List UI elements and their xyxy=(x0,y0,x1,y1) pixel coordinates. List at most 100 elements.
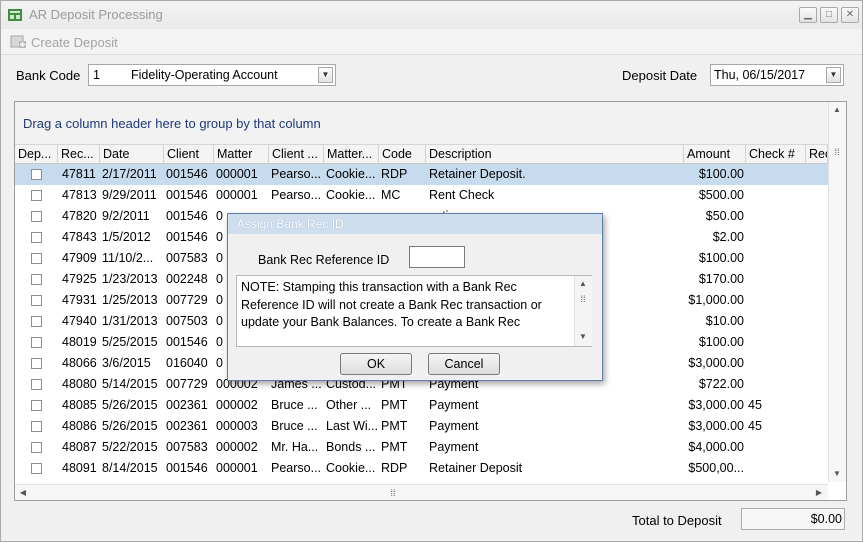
maximize-button[interactable]: □ xyxy=(820,7,838,23)
deposit-checkbox[interactable] xyxy=(31,190,42,201)
deposit-checkbox[interactable] xyxy=(31,442,42,453)
grip-icon: ⁞⁞ xyxy=(390,488,396,498)
bank-rec-reference-label: Bank Rec Reference ID xyxy=(258,253,390,267)
cell-amount: $50.00 xyxy=(705,209,744,223)
cell-client: 001546 xyxy=(166,230,208,244)
deposit-checkbox[interactable] xyxy=(31,400,42,411)
cell-code: MC xyxy=(381,188,401,202)
cell-amount: $3,000.00 xyxy=(688,398,744,412)
deposit-checkbox[interactable] xyxy=(31,211,42,222)
cell-client: 002248 xyxy=(166,272,208,286)
column-header-check[interactable]: Check # xyxy=(746,145,806,164)
deposit-checkbox[interactable] xyxy=(31,295,42,306)
cell-matter: 000001 xyxy=(216,167,258,181)
bank-account-name: Fidelity-Operating Account xyxy=(131,68,278,82)
cell-date: 9/29/2011 xyxy=(102,188,157,202)
scroll-right-icon[interactable]: ▶ xyxy=(811,485,827,501)
table-row[interactable]: 47813 9/29/2011 001546 000001 Pearso... Cooki… xyxy=(15,185,828,206)
column-header-deposit[interactable]: Dep... xyxy=(15,145,58,164)
scroll-left-icon[interactable]: ◀ xyxy=(15,485,31,501)
bank-code-select[interactable]: 1 Fidelity-Operating Account ▼ xyxy=(88,64,336,86)
cell-matter-name: Other ... xyxy=(326,398,372,412)
deposit-checkbox[interactable] xyxy=(31,169,42,180)
scroll-down-icon[interactable]: ▼ xyxy=(575,329,591,345)
scroll-down-icon[interactable]: ▼ xyxy=(829,466,845,482)
cell-amount: $100.00 xyxy=(698,251,744,265)
cell-matter-name: Last Wi... xyxy=(326,419,379,433)
chevron-down-icon[interactable]: ▼ xyxy=(826,67,841,83)
chevron-down-icon[interactable]: ▼ xyxy=(318,67,333,83)
minimize-button[interactable]: ▁ xyxy=(799,7,817,23)
cell-description: Retainer Deposit. xyxy=(429,167,526,181)
bank-rec-reference-input[interactable] xyxy=(409,246,465,268)
column-header-amount[interactable]: Amount xyxy=(684,145,746,164)
cell-client: 007729 xyxy=(166,377,208,391)
column-header-rec[interactable]: Rec xyxy=(806,145,828,164)
cell-rec: 47811 xyxy=(62,167,96,181)
deposit-checkbox[interactable] xyxy=(31,253,42,264)
cell-client-name: Bruce ... xyxy=(271,398,318,412)
cell-check: 45 xyxy=(748,419,762,433)
cell-date: 1/25/2013 xyxy=(102,293,158,307)
cell-date: 11/10/2... xyxy=(102,251,154,265)
app-icon xyxy=(8,9,22,21)
group-by-panel[interactable]: Drag a column header here to group by th… xyxy=(15,102,828,144)
create-deposit-button[interactable]: Create Deposit xyxy=(5,30,123,53)
cell-code: PMT xyxy=(381,440,408,454)
cancel-button[interactable]: Cancel xyxy=(428,353,500,375)
deposit-checkbox[interactable] xyxy=(31,463,42,474)
table-row[interactable]: 48091 8/14/2015 001546 000001 Pearso... Cooki… xyxy=(15,458,828,479)
bank-code-label: Bank Code xyxy=(16,68,81,83)
note-line: Reference ID will not create a Bank Rec … xyxy=(241,297,542,312)
column-header-date[interactable]: Date xyxy=(100,145,164,164)
cell-check xyxy=(748,290,806,311)
note-scrollbar[interactable]: ▲ ⁞⁞ ▼ xyxy=(574,276,592,346)
vertical-scrollbar[interactable]: ▲ ⁞⁞ ▼ xyxy=(828,102,846,482)
cell-amount: $2.00 xyxy=(712,230,744,244)
window-title: AR Deposit Processing xyxy=(29,7,163,22)
column-header-receipt[interactable]: Rec... xyxy=(58,145,100,164)
note-line: NOTE: Stamping this transaction with a B… xyxy=(241,280,517,294)
cell-description: Retainer Deposit xyxy=(429,461,523,475)
deposit-checkbox[interactable] xyxy=(31,337,42,348)
deposit-checkbox[interactable] xyxy=(31,232,42,243)
deposit-checkbox[interactable] xyxy=(31,358,42,369)
cell-check xyxy=(748,311,806,332)
deposit-checkbox[interactable] xyxy=(31,316,42,327)
cell-matter-name: Cookie... xyxy=(326,167,376,181)
column-header-client[interactable]: Client xyxy=(164,145,214,164)
deposit-checkbox[interactable] xyxy=(31,274,42,285)
horizontal-scrollbar[interactable]: ◀ ⁞⁞ ▶ xyxy=(15,484,828,500)
maximize-icon: □ xyxy=(825,9,833,20)
table-row[interactable]: 48086 5/26/2015 002361 000003 Bruce ... Last … xyxy=(15,416,828,437)
cell-code: PMT xyxy=(381,398,408,412)
cell-date: 5/14/2015 xyxy=(102,377,158,391)
table-row[interactable]: 47811 2/17/2011 001546 000001 Pearso... Cooki… xyxy=(15,164,828,185)
table-row[interactable]: 48087 5/22/2015 007583 000002 Mr. Ha... Bonds… xyxy=(15,437,828,458)
cell-description: Rent Check xyxy=(429,188,495,202)
column-header-description[interactable]: Description xyxy=(426,145,684,164)
cell-check xyxy=(748,437,806,458)
table-row[interactable]: 48085 5/26/2015 002361 000002 Bruce ... Other… xyxy=(15,395,828,416)
column-header-client-name[interactable]: Client ... xyxy=(269,145,324,164)
deposit-checkbox[interactable] xyxy=(31,421,42,432)
column-header-matter[interactable]: Matter xyxy=(214,145,269,164)
cell-client: 007503 xyxy=(166,314,208,328)
close-button[interactable]: ✕ xyxy=(841,7,859,23)
cell-client: 007583 xyxy=(166,251,208,265)
scroll-up-icon[interactable]: ▲ xyxy=(575,276,591,292)
cell-rec: 48085 xyxy=(62,398,97,412)
ok-button[interactable]: OK xyxy=(340,353,412,375)
cell-check xyxy=(748,374,806,395)
cell-date: 8/14/2015 xyxy=(102,461,158,475)
cell-amount: $500,00... xyxy=(688,461,744,475)
dialog-title-bar: Assign Bank Rec ID xyxy=(228,214,602,234)
deposit-checkbox[interactable] xyxy=(31,379,42,390)
cell-rec: 47940 xyxy=(62,314,97,328)
column-header-code[interactable]: Code xyxy=(379,145,426,164)
scroll-up-icon[interactable]: ▲ xyxy=(829,102,845,118)
cell-date: 5/22/2015 xyxy=(102,440,158,454)
cell-check xyxy=(748,269,806,290)
deposit-date-picker[interactable]: Thu, 06/15/2017 ▼ xyxy=(710,64,844,86)
column-header-matter-name[interactable]: Matter... xyxy=(324,145,379,164)
